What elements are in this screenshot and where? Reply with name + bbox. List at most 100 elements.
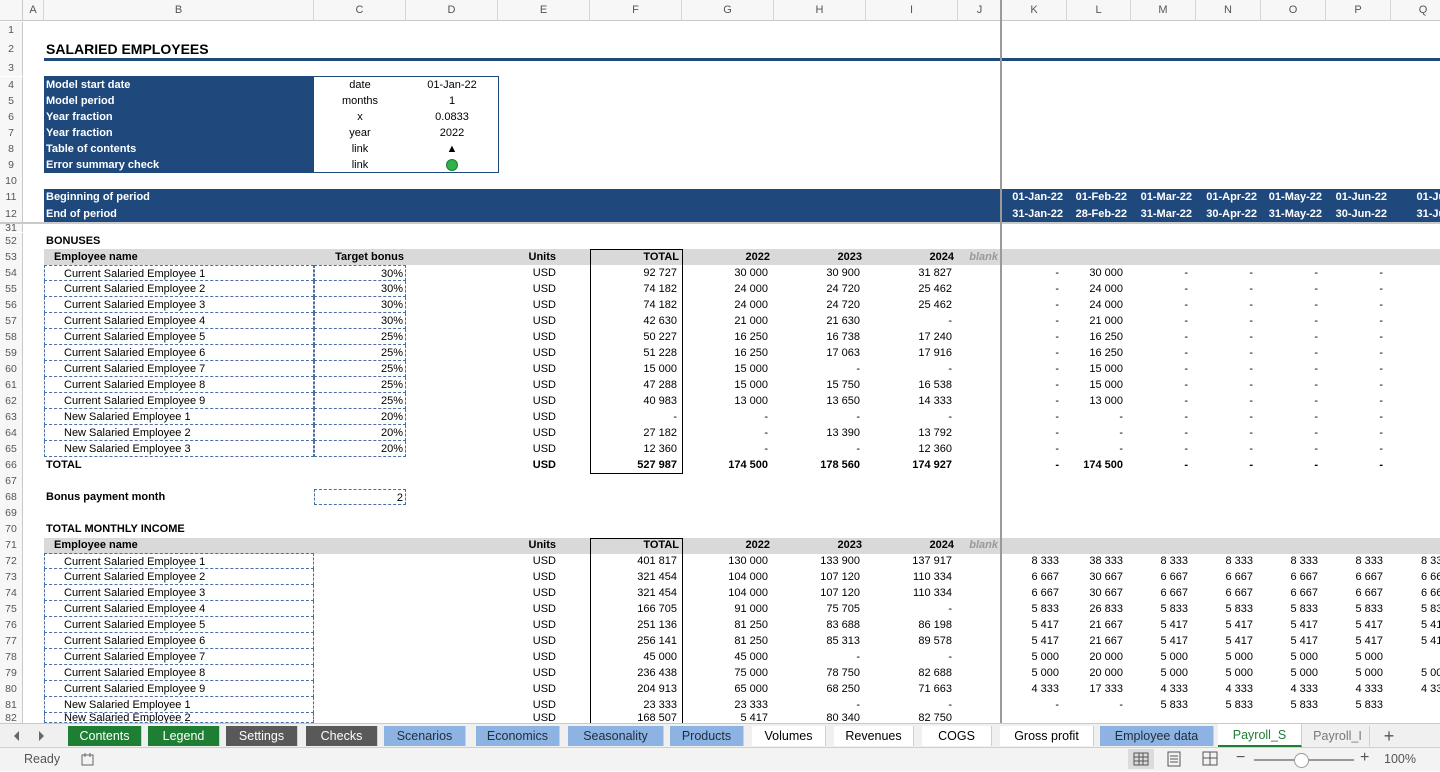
row-header[interactable]: 12 [0,206,23,223]
row-header[interactable]: 81 [0,697,23,713]
row-header[interactable]: 61 [0,377,23,393]
row-header[interactable]: 2 [0,38,23,60]
row-header[interactable]: 80 [0,681,23,697]
employee-name-input[interactable]: Current Salaried Employee 8 [44,377,314,393]
row-header[interactable]: 79 [0,665,23,681]
row-header[interactable]: 59 [0,345,23,361]
row-header[interactable]: 8 [0,141,23,157]
employee-name-input[interactable]: Current Salaried Employee 6 [44,345,314,361]
row-header[interactable]: 63 [0,409,23,425]
row-header[interactable]: 68 [0,489,23,505]
tab-contents[interactable]: Contents [68,726,142,746]
employee-name-cell[interactable]: New Salaried Employee 2 [44,713,314,723]
tab-settings[interactable]: Settings [226,726,298,746]
row-header[interactable]: 1 [0,22,23,38]
target-bonus-input[interactable]: 25% [314,377,406,393]
employee-name-input[interactable]: Current Salaried Employee 7 [44,361,314,377]
row-header[interactable]: 71 [0,537,23,553]
column-header-m[interactable]: M [1131,0,1196,21]
bonus-payment-month-input[interactable]: 2 [314,489,406,505]
row-header[interactable]: 7 [0,125,23,141]
normal-view-icon[interactable] [1128,749,1154,769]
row-header[interactable]: 67 [0,473,23,489]
row-header[interactable]: 82 [0,713,23,723]
employee-name-cell[interactable]: New Salaried Employee 1 [44,697,314,713]
row-header[interactable]: 58 [0,329,23,345]
employee-name-input[interactable]: Current Salaried Employee 1 [44,265,314,281]
employee-name-cell[interactable]: Current Salaried Employee 8 [44,665,314,681]
row-header[interactable]: 9 [0,157,23,173]
column-header-e[interactable]: E [498,0,590,21]
spreadsheet-grid[interactable]: ABCDEFGHIJKLMNOPQ 1 2 3 4 5 6 7 8 9 10 11 12 31 52 53 5… [0,0,1440,723]
row-header[interactable]: 72 [0,553,23,569]
row-header[interactable]: 53 [0,249,23,265]
row-header[interactable]: 77 [0,633,23,649]
row-header[interactable]: 57 [0,313,23,329]
column-header-k[interactable]: K [1002,0,1067,21]
tab-scroll-left-icon[interactable] [10,728,24,744]
row-header[interactable]: 11 [0,189,23,206]
column-header-i[interactable]: I [866,0,958,21]
row-header[interactable]: 64 [0,425,23,441]
row-header[interactable]: 6 [0,109,23,125]
column-header-g[interactable]: G [682,0,774,21]
employee-name-input[interactable]: New Salaried Employee 3 [44,441,314,457]
employee-name-cell[interactable]: Current Salaried Employee 7 [44,649,314,665]
row-header[interactable]: 66 [0,457,23,473]
column-header-p[interactable]: P [1326,0,1391,21]
column-header-l[interactable]: L [1067,0,1131,21]
employee-name-input[interactable]: New Salaried Employee 1 [44,409,314,425]
column-header-d[interactable]: D [406,0,498,21]
tab-economics[interactable]: Economics [476,726,560,746]
target-bonus-input[interactable]: 25% [314,393,406,409]
row-header[interactable]: 10 [0,173,23,189]
target-bonus-input[interactable]: 25% [314,345,406,361]
employee-name-input[interactable]: Current Salaried Employee 5 [44,329,314,345]
employee-name-input[interactable]: New Salaried Employee 2 [44,425,314,441]
tab-seasonality[interactable]: Seasonality [568,726,664,746]
employee-name-input[interactable]: Current Salaried Employee 4 [44,313,314,329]
target-bonus-input[interactable]: 20% [314,409,406,425]
row-header[interactable]: 4 [0,77,23,93]
tab-payroll-s[interactable]: Payroll_S [1218,724,1302,747]
tab-checks[interactable]: Checks [306,726,378,746]
row-header[interactable]: 56 [0,297,23,313]
target-bonus-input[interactable]: 20% [314,425,406,441]
row-header[interactable]: 75 [0,601,23,617]
employee-name-input[interactable]: Current Salaried Employee 2 [44,281,314,297]
employee-name-input[interactable]: Current Salaried Employee 3 [44,297,314,313]
tab-legend[interactable]: Legend [148,726,220,746]
column-header-o[interactable]: O [1261,0,1326,21]
zoom-in-button[interactable]: + [1360,749,1369,767]
target-bonus-input[interactable]: 30% [314,281,406,297]
employee-name-cell[interactable]: Current Salaried Employee 3 [44,585,314,601]
row-header[interactable]: 54 [0,265,23,281]
employee-name-cell[interactable]: Current Salaried Employee 6 [44,633,314,649]
employee-name-cell[interactable]: Current Salaried Employee 2 [44,569,314,585]
column-header-n[interactable]: N [1196,0,1261,21]
tab-cogs[interactable]: COGS [922,726,992,746]
target-bonus-input[interactable]: 25% [314,329,406,345]
tab-employee-data[interactable]: Employee data [1100,726,1214,746]
row-header[interactable]: 52 [0,233,23,249]
column-header-h[interactable]: H [774,0,866,21]
column-header-c[interactable]: C [314,0,406,21]
row-header[interactable]: 73 [0,569,23,585]
column-header-j[interactable]: J [958,0,1002,21]
row-header[interactable]: 69 [0,505,23,521]
row-header[interactable]: 70 [0,521,23,537]
target-bonus-input[interactable]: 30% [314,265,406,281]
row-header[interactable]: 3 [0,60,23,76]
column-header-f[interactable]: F [590,0,682,21]
zoom-level[interactable]: 100% [1384,752,1416,766]
target-bonus-input[interactable]: 25% [314,361,406,377]
page-layout-icon[interactable] [1164,749,1184,772]
zoom-out-button[interactable]: − [1236,749,1245,767]
row-header[interactable]: 78 [0,649,23,665]
row-header[interactable]: 5 [0,93,23,109]
column-header-b[interactable]: B [44,0,314,21]
row-header[interactable]: 76 [0,617,23,633]
tab-volumes[interactable]: Volumes [752,726,826,746]
macro-record-icon[interactable] [80,752,96,771]
target-bonus-input[interactable]: 20% [314,441,406,457]
